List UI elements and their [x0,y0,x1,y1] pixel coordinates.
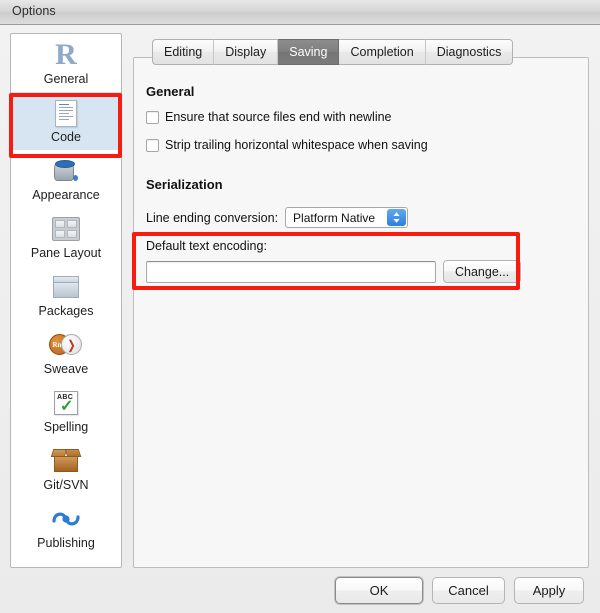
line-ending-row: Line ending conversion: Platform Native [146,207,409,228]
sidebar-item-code[interactable]: Code [11,92,121,150]
sidebar-item-appearance[interactable]: Appearance [11,150,121,208]
line-ending-value: Platform Native [293,210,376,225]
line-ending-select[interactable]: Platform Native [285,207,409,228]
sidebar-item-git-svn[interactable]: Git/SVN [11,440,121,498]
sidebar-item-label: Spelling [43,420,89,434]
serialization-section-heading: Serialization [146,177,223,192]
default-encoding-label: Default text encoding: [146,239,267,253]
checkbox-row-newline[interactable]: Ensure that source files end with newlin… [146,110,392,124]
sidebar-item-publishing[interactable]: Publishing [11,498,121,556]
ensure-newline-checkbox[interactable] [146,110,159,124]
dialog-footer: OK Cancel Apply [0,568,600,613]
window-title: Options [12,4,56,18]
sidebar-item-label: Sweave [43,362,89,376]
window-titlebar: Options [0,0,600,25]
sidebar-item-label: General [43,72,89,86]
sidebar-item-label: Code [51,130,81,144]
options-content-panel: General Ensure that source files end wit… [133,57,589,568]
apply-button[interactable]: Apply [514,577,584,604]
tab-completion[interactable]: Completion [339,39,426,65]
code-document-icon [49,96,83,130]
change-encoding-button[interactable]: Change... [443,260,522,283]
tab-display[interactable]: Display [214,39,279,65]
git-box-icon [49,444,83,478]
tab-editing[interactable]: Editing [152,39,215,65]
tab-saving[interactable]: Saving [278,39,340,65]
cancel-button[interactable]: Cancel [432,577,505,604]
sidebar-item-label: Git/SVN [43,478,89,492]
default-encoding-input[interactable] [146,260,436,283]
sidebar-item-label: Appearance [32,188,100,202]
sidebar-item-packages[interactable]: Packages [11,266,121,324]
publishing-icon [49,502,83,536]
spelling-abc-check-icon: ABC ✓ [49,386,83,420]
package-box-icon [49,270,83,304]
sidebar-item-pane-layout[interactable]: Pane Layout [11,208,121,266]
strip-whitespace-label: Strip trailing horizontal whitespace whe… [165,138,428,152]
strip-whitespace-checkbox[interactable] [146,138,159,152]
default-encoding-controls: Change... [146,260,566,283]
sidebar-item-general[interactable]: R General [11,34,121,92]
sidebar-item-spelling[interactable]: ABC ✓ Spelling [11,382,121,440]
default-text-encoding-group: Default text encoding: Change... [146,239,566,283]
line-ending-label: Line ending conversion: [146,210,279,225]
publishing-glyph [52,512,80,526]
pane-grid-icon [49,212,83,246]
sidebar-item-label: Packages [38,304,94,318]
sweave-rnw-pdf-icon: Rnw ❭ [49,328,83,362]
sidebar-item-label: Pane Layout [30,246,102,260]
r-logo-icon: R [55,38,77,71]
ensure-newline-label: Ensure that source files end with newlin… [165,110,392,124]
chevron-updown-icon[interactable] [387,209,407,226]
sidebar-item-label: Publishing [37,536,95,550]
options-dialog: Options R General Code Appearance Pane L… [0,0,600,613]
settings-tabbar[interactable]: Editing Display Saving Completion Diagno… [152,39,514,65]
checkbox-row-strip-whitespace[interactable]: Strip trailing horizontal whitespace whe… [146,138,428,152]
tab-diagnostics[interactable]: Diagnostics [425,39,514,65]
category-sidebar[interactable]: R General Code Appearance Pane Layout Pa… [10,33,122,568]
general-section-heading: General [146,84,195,99]
sidebar-item-sweave[interactable]: Rnw ❭ Sweave [11,324,121,382]
paint-can-icon [49,154,83,188]
ok-button[interactable]: OK [335,577,423,604]
